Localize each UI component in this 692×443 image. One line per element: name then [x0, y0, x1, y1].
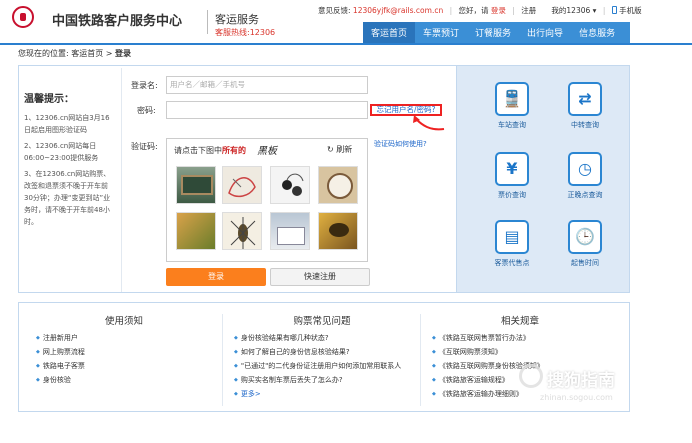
watermark-text: 搜狗指南	[547, 371, 615, 391]
service-station-query[interactable]: 🚆 车站查询	[482, 82, 542, 130]
captcha-tile[interactable]	[222, 166, 262, 204]
top-links: 意见反馈: 12306yjfk@rails.com.cn | 您好，请 登录 |…	[318, 6, 642, 15]
tip-item: 2、12306.cn网站每日06:00~23:00提供服务	[24, 142, 99, 162]
more-link[interactable]: 更多>	[234, 387, 422, 401]
my12306-menu[interactable]: 我的12306 ▾	[551, 6, 596, 15]
service-fare-query[interactable]: ¥ 票价查询	[482, 152, 542, 200]
fare-search-icon: ¥	[495, 152, 529, 186]
ticket-agent-icon: ▤	[495, 220, 529, 254]
breadcrumb-home-link[interactable]: 客运首页	[71, 49, 103, 58]
train-station-icon: 🚆	[495, 82, 529, 116]
nav-item-catering[interactable]: 订餐服务	[467, 26, 519, 39]
header-login-link[interactable]: 登录	[491, 6, 506, 15]
nav-item-home[interactable]: 客运首页	[363, 22, 416, 43]
feedback-email-link[interactable]: 12306yjfk@rails.com.cn	[353, 6, 443, 15]
username-input[interactable]: 用户名／邮箱／手机号	[166, 76, 368, 94]
list-item[interactable]: 《铁路互联网售票暂行办法》	[432, 331, 620, 345]
feedback-label: 意见反馈:	[318, 6, 351, 15]
sale-time-icon: 🕒	[568, 220, 602, 254]
quick-register-button[interactable]: 快速注册	[270, 268, 370, 286]
notice-column: 使用须知 注册新用户 网上购票流程 铁路电子客票 身份核验	[24, 304, 224, 387]
password-label: 密码:	[137, 106, 156, 115]
hotline-text: 客服热线:12306	[215, 28, 276, 37]
password-input[interactable]	[166, 101, 368, 119]
site-header: 中国铁路客户服务中心 客运服务 客服热线:12306 意见反馈: 12306yj…	[0, 0, 692, 44]
login-button[interactable]: 登录	[166, 268, 266, 286]
watermark-logo-icon	[519, 364, 543, 388]
service-ticket-agents[interactable]: ▤ 客票代售点	[482, 220, 542, 268]
tips-title: 温馨提示：	[24, 94, 74, 105]
nav-item-tickets[interactable]: 车票预订	[415, 26, 467, 39]
breadcrumb: 您现在的位置: 客运首页 > 登录	[18, 49, 132, 58]
column-title: 相关规章	[500, 316, 539, 327]
list-item[interactable]: 购买实名制车票后丢失了怎么办?	[234, 373, 422, 387]
railway-logo-icon[interactable]	[12, 6, 34, 28]
greeting-text: 您好，请	[458, 6, 489, 15]
nav-item-info[interactable]: 信息服务	[571, 26, 623, 39]
column-title: 购票常见问题	[293, 316, 351, 327]
service-transfer-query[interactable]: ⇄ 中转查询	[555, 82, 615, 130]
captcha-refresh-button[interactable]: ↻ 刷新	[327, 144, 352, 155]
list-item[interactable]: 注册新用户	[36, 331, 224, 345]
list-item[interactable]: 铁路电子客票	[36, 359, 224, 373]
service-delay-query[interactable]: ◷ 正晚点查询	[555, 152, 615, 200]
mobile-version-link[interactable]: 手机版	[619, 6, 642, 15]
main-nav: 客运首页 车票预订 订餐服务 出行向导 信息服务	[363, 22, 630, 43]
captcha-tile[interactable]	[318, 212, 358, 250]
captcha-tile[interactable]	[176, 212, 216, 250]
captcha-help-link[interactable]: 验证码如何使用?	[374, 139, 427, 149]
refresh-icon: ↻	[327, 145, 334, 154]
mobile-icon	[611, 6, 617, 14]
captcha-tile[interactable]	[222, 212, 262, 250]
faq-column: 购票常见问题 身份核验结果有哪几种状态? 如何了解自己的身份信息核验结果? "已…	[222, 304, 422, 401]
captcha-tile[interactable]	[176, 166, 216, 204]
username-label: 登录名:	[131, 81, 158, 90]
header-register-link[interactable]: 注册	[521, 6, 536, 15]
captcha-tile[interactable]	[270, 166, 310, 204]
site-brand[interactable]: 中国铁路客户服务中心	[52, 10, 182, 29]
transfer-icon: ⇄	[568, 82, 602, 116]
site-subtitle: 客运服务	[215, 13, 259, 26]
nav-item-travel-guide[interactable]: 出行向导	[519, 26, 571, 39]
column-title: 使用须知	[104, 316, 143, 327]
list-item[interactable]: "已通过"的二代身份证注册用户如何添加常用联系人	[234, 359, 422, 373]
watermark-url: zhinan.sogou.com	[540, 393, 613, 402]
tips-panel: 温馨提示： 1、12306.cn网站自3月16日起启用图形验证码 2、12306…	[24, 94, 116, 228]
tip-item: 1、12306.cn网站自3月16日起启用图形验证码	[24, 114, 110, 134]
header-rule	[0, 43, 692, 45]
clock-icon: ◷	[568, 152, 602, 186]
list-item[interactable]: 身份核验	[36, 373, 224, 387]
annotation-arrow-icon	[413, 115, 445, 131]
tips-divider	[121, 68, 122, 292]
list-item[interactable]: 《互联网购票须知》	[432, 345, 620, 359]
captcha-tile[interactable]	[270, 212, 310, 250]
captcha-keyword: 黑板	[257, 146, 277, 157]
list-item[interactable]: 如何了解自己的身份信息核验结果?	[234, 345, 422, 359]
tip-item: 3、在12306.cn网站购票、改签和退票须不晚于开车前30分钟；办理“变更到站…	[24, 170, 111, 226]
brand-divider	[207, 10, 208, 34]
captcha-label: 验证码:	[131, 142, 158, 151]
list-item[interactable]: 网上购票流程	[36, 345, 224, 359]
service-sale-time[interactable]: 🕒 起售时间	[555, 220, 615, 268]
breadcrumb-current: 登录	[115, 49, 132, 58]
captcha-tile[interactable]	[318, 166, 358, 204]
list-item[interactable]: 身份核验结果有哪几种状态?	[234, 331, 422, 345]
captcha-instruction: 请点击下图中所有的	[174, 146, 246, 155]
